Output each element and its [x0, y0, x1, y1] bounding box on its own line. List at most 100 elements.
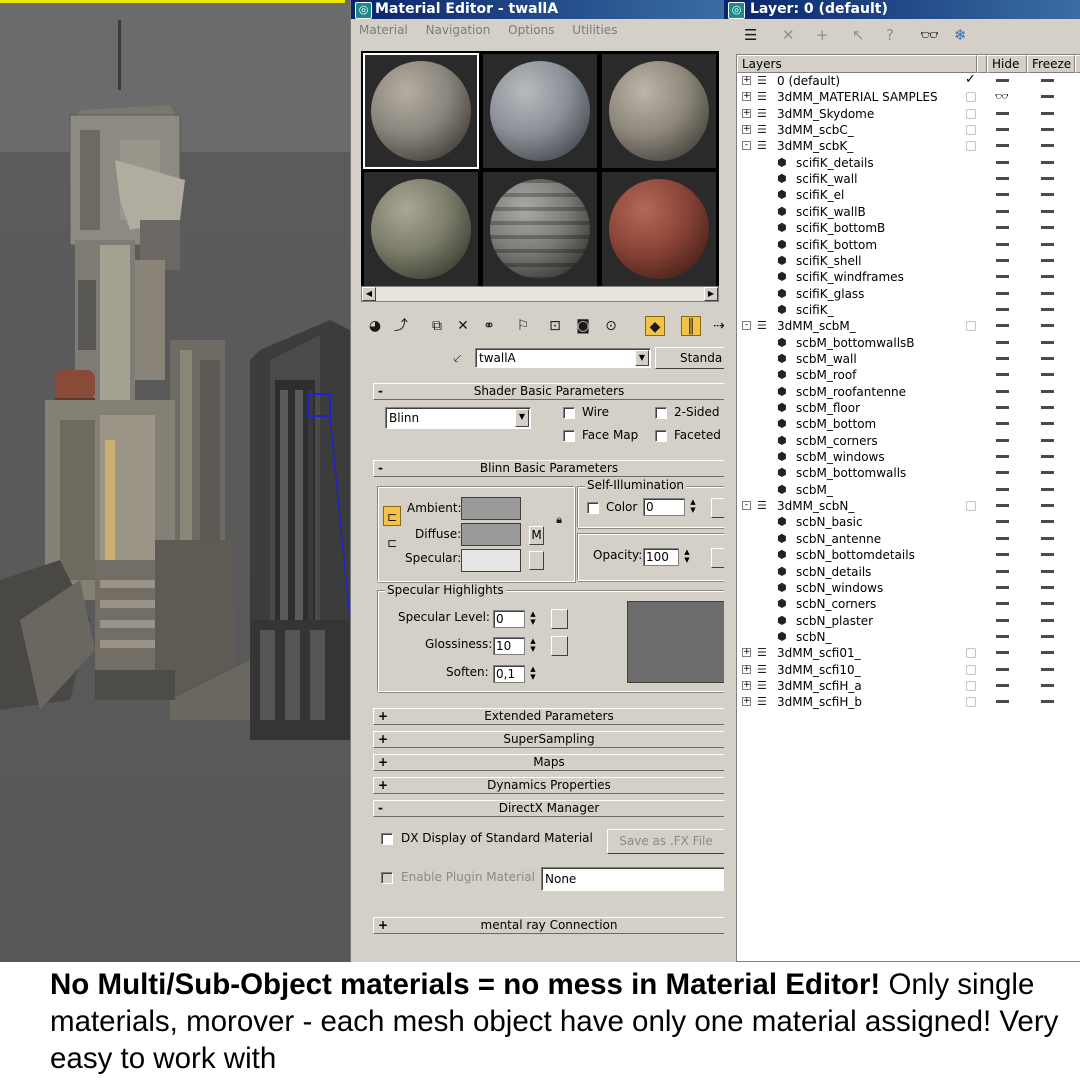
pick-material-from-object-icon[interactable]: ⸔ — [447, 349, 467, 369]
hide-toggle[interactable] — [992, 645, 1012, 661]
expand-icon[interactable]: + — [742, 76, 751, 85]
layer-row[interactable]: + ☰ 0 (default) ✓ — [737, 72, 1080, 89]
layer-name[interactable]: scbM_wall — [796, 351, 857, 367]
hide-toggle[interactable] — [992, 613, 1012, 629]
freeze-toggle[interactable] — [1037, 171, 1057, 187]
hidden-icon[interactable]: 👓︎ — [992, 89, 1012, 105]
layer-name[interactable]: scbN_plaster — [796, 613, 873, 629]
column-layers[interactable]: Layers — [737, 55, 977, 73]
sample-slot-1[interactable] — [363, 53, 479, 169]
hide-toggle[interactable] — [992, 416, 1012, 432]
layer-object-row[interactable]: ⬢ scbN_corners — [737, 596, 1080, 612]
self-illum-value[interactable]: 0 — [643, 498, 685, 516]
freeze-toggle[interactable] — [1037, 662, 1057, 678]
hide-toggle[interactable] — [992, 580, 1012, 596]
freeze-toggle[interactable] — [1037, 482, 1057, 498]
freeze-toggle[interactable] — [1037, 187, 1057, 203]
layer-name[interactable]: scbN_ — [796, 629, 831, 645]
specular-map-button[interactable] — [529, 551, 544, 570]
layer-manager-titlebar[interactable]: ◎ Layer: 0 (default) — [724, 0, 1080, 19]
freeze-toggle[interactable] — [1037, 514, 1057, 530]
column-current[interactable] — [977, 55, 987, 73]
layer-object-row[interactable]: ⬢ scifiK_ — [737, 302, 1080, 318]
self-illum-map-button[interactable] — [711, 498, 725, 518]
glossiness-value[interactable]: 10 — [493, 637, 525, 655]
chevron-down-icon[interactable]: ▼ — [515, 409, 529, 427]
material-type-button[interactable]: Standa — [655, 347, 725, 369]
layer-name[interactable]: 3dMM_scbM_ — [777, 318, 856, 334]
set-current-layer-box[interactable] — [966, 92, 976, 103]
set-current-layer-box[interactable] — [966, 108, 976, 119]
layer-row[interactable]: + ☰ 3dMM_scfiH_a — [737, 678, 1080, 694]
diffuse-map-button[interactable]: M — [529, 526, 544, 545]
chevron-down-icon[interactable]: ▼ — [635, 350, 649, 366]
freeze-toggle[interactable] — [1037, 596, 1057, 612]
layer-object-row[interactable]: ⬢ scbM_bottomwalls — [737, 465, 1080, 481]
layer-object-row[interactable]: ⬢ scbM_roof — [737, 367, 1080, 383]
layer-name[interactable]: scbM_bottomwallsB — [796, 335, 915, 351]
shader-type-select[interactable]: Blinn ▼ — [385, 407, 531, 429]
hide-toggle[interactable] — [992, 155, 1012, 171]
hide-toggle[interactable] — [992, 629, 1012, 645]
freeze-toggle[interactable] — [1037, 237, 1057, 253]
layer-object-row[interactable]: ⬢ scbN_details — [737, 564, 1080, 580]
freeze-toggle[interactable] — [1037, 302, 1057, 318]
soften-value[interactable]: 0,1 — [493, 665, 525, 683]
freeze-toggle[interactable] — [1037, 122, 1057, 138]
enable-plugin-checkbox[interactable] — [381, 872, 393, 884]
material-name-field[interactable]: twallA ▼ — [475, 348, 651, 368]
layer-name[interactable]: 0 (default) — [777, 73, 840, 89]
lock-ambient-icon[interactable]: ⊏ — [383, 506, 401, 526]
rollout-maps[interactable]: + Maps — [373, 754, 725, 771]
layer-name[interactable]: scifiK_el — [796, 187, 844, 203]
diffuse-color-swatch[interactable] — [461, 523, 521, 546]
hide-toggle[interactable] — [992, 122, 1012, 138]
hide-toggle[interactable] — [992, 367, 1012, 383]
freeze-toggle[interactable] — [1037, 220, 1057, 236]
layer-object-row[interactable]: ⬢ scbM_floor — [737, 400, 1080, 416]
layer-object-row[interactable]: ⬢ scbM_bottom — [737, 416, 1080, 432]
lock-icon[interactable]: 🔒︎ — [551, 510, 567, 530]
select-objects-icon[interactable]: ↖ — [852, 26, 865, 44]
layer-name[interactable]: scifiK_ — [796, 302, 834, 318]
delete-layer-icon[interactable]: ✕ — [782, 26, 795, 44]
layer-name[interactable]: scbN_basic — [796, 514, 863, 530]
layer-name[interactable]: scifiK_wallB — [796, 204, 866, 220]
layer-object-row[interactable]: ⬢ scifiK_glass — [737, 286, 1080, 302]
hide-toggle[interactable] — [992, 400, 1012, 416]
layer-row[interactable]: - ☰ 3dMM_scbN_ — [737, 498, 1080, 514]
hide-toggle[interactable] — [992, 498, 1012, 514]
get-material-icon[interactable]: ◕ — [365, 316, 385, 336]
layer-row[interactable]: + ☰ 3dMM_scfiH_b — [737, 694, 1080, 710]
layer-name[interactable]: scbM_roofantenne — [796, 384, 906, 400]
hide-toggle[interactable] — [992, 514, 1012, 530]
freeze-toggle[interactable] — [1037, 678, 1057, 694]
freeze-toggle[interactable] — [1037, 318, 1057, 334]
specular-color-swatch[interactable] — [461, 549, 521, 572]
hide-toggle[interactable] — [992, 269, 1012, 285]
layer-object-row[interactable]: ⬢ scbM_ — [737, 482, 1080, 498]
freeze-toggle[interactable] — [1037, 253, 1057, 269]
hide-toggle[interactable] — [992, 318, 1012, 334]
freeze-toggle[interactable] — [1037, 449, 1057, 465]
wire-checkbox[interactable] — [563, 407, 575, 419]
sample-slot-3[interactable] — [601, 53, 717, 169]
layer-name[interactable]: 3dMM_MATERIAL SAMPLES — [777, 89, 938, 105]
freeze-all-icon[interactable]: ❄ — [954, 26, 967, 44]
freeze-toggle[interactable] — [1037, 580, 1057, 596]
hide-toggle[interactable] — [992, 678, 1012, 694]
specular-level-map-button[interactable] — [551, 609, 568, 629]
expand-icon[interactable]: + — [742, 108, 751, 118]
layer-object-row[interactable]: ⬢ scifiK_shell — [737, 253, 1080, 269]
layer-name[interactable]: scbM_bottom — [796, 416, 876, 432]
two-sided-checkbox[interactable] — [655, 407, 667, 419]
expand-icon[interactable]: + — [742, 92, 751, 102]
layer-row[interactable]: + ☰ 3dMM_scbC_ — [737, 122, 1080, 138]
layer-name[interactable]: scbM_roof — [796, 367, 856, 383]
layer-object-row[interactable]: ⬢ scbM_bottomwallsB — [737, 335, 1080, 351]
hide-toggle[interactable] — [992, 449, 1012, 465]
freeze-toggle[interactable] — [1037, 531, 1057, 547]
rollout-shader-basic-parameters[interactable]: - Shader Basic Parameters — [373, 383, 725, 400]
spinner-arrows-icon[interactable]: ▲ ▼ — [527, 665, 539, 683]
show-end-result-icon[interactable]: ⊙ — [601, 316, 621, 336]
